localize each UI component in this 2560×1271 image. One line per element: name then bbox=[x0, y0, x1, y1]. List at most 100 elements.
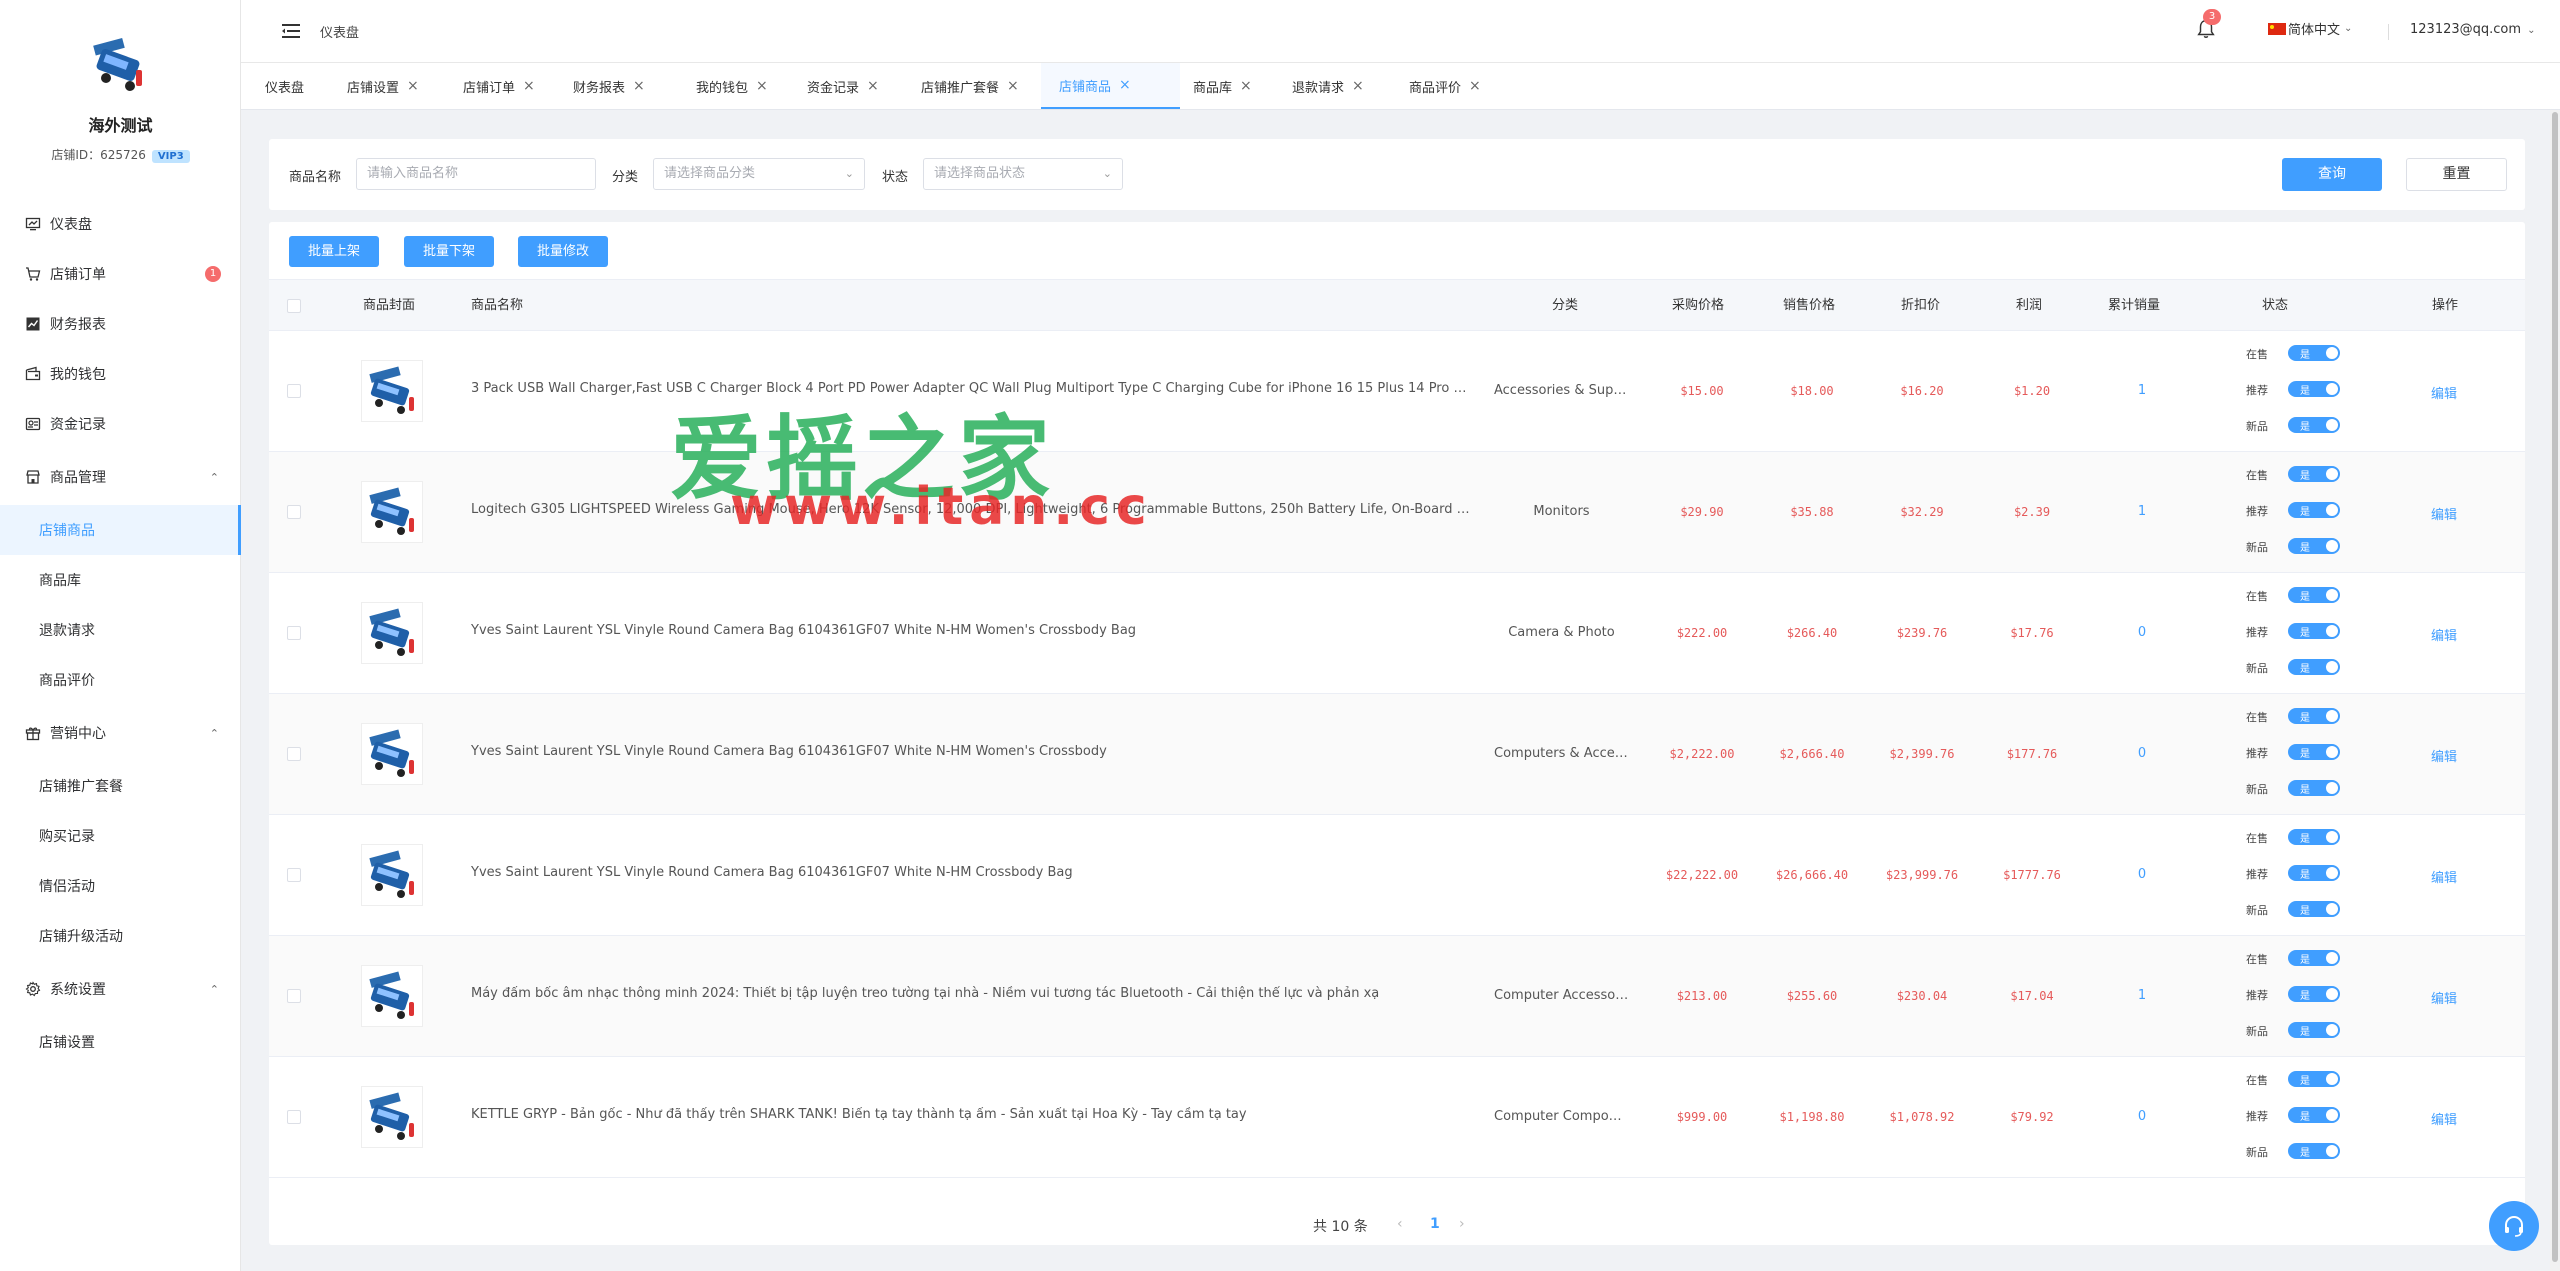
status-toggle[interactable]: 是 bbox=[2288, 381, 2340, 397]
prev-page-button[interactable]: ‹ bbox=[1397, 1216, 1403, 1232]
row-checkbox[interactable] bbox=[287, 1110, 301, 1124]
tab-7[interactable]: 店铺推广套餐 × bbox=[921, 63, 1041, 109]
tab-11[interactable]: 商品评价 × bbox=[1409, 63, 1515, 109]
status-toggle[interactable]: 是 bbox=[2288, 345, 2340, 361]
edit-link[interactable]: 编辑 bbox=[2431, 746, 2457, 765]
edit-link[interactable]: 编辑 bbox=[2431, 504, 2457, 523]
close-icon[interactable]: × bbox=[867, 78, 879, 94]
hamburger-menu-icon[interactable] bbox=[281, 20, 301, 42]
status-toggle[interactable]: 是 bbox=[2288, 1143, 2340, 1159]
batch-off-button[interactable]: 批量下架 bbox=[404, 236, 494, 267]
sidebar-item-9[interactable]: 退款请求 bbox=[0, 605, 241, 655]
toggle-knob bbox=[2326, 468, 2338, 480]
sidebar-item-12[interactable]: 店铺推广套餐 bbox=[0, 761, 241, 811]
sidebar-item-2[interactable]: 店铺订单 1 bbox=[0, 249, 241, 299]
batch-edit-button[interactable]: 批量修改 bbox=[518, 236, 608, 267]
edit-link[interactable]: 编辑 bbox=[2431, 383, 2457, 402]
close-icon[interactable]: × bbox=[756, 78, 768, 94]
customer-support-button[interactable] bbox=[2489, 1201, 2539, 1251]
row-checkbox[interactable] bbox=[287, 626, 301, 640]
sidebar-item-15[interactable]: 店铺升级活动 bbox=[0, 911, 241, 961]
sidebar-item-17[interactable]: 店铺设置 bbox=[0, 1017, 241, 1067]
status-toggle[interactable]: 是 bbox=[2288, 659, 2340, 675]
sidebar-item-1[interactable]: 仪表盘 bbox=[0, 199, 241, 249]
page-number-1[interactable]: 1 bbox=[1430, 1216, 1440, 1232]
tab-6[interactable]: 资金记录 × bbox=[807, 63, 903, 109]
sidebar-item-8[interactable]: 商品库 bbox=[0, 555, 241, 605]
status-toggle[interactable]: 是 bbox=[2288, 986, 2340, 1002]
language-selector[interactable]: 简体中文 ⌄ bbox=[2268, 19, 2352, 38]
status-toggle[interactable]: 是 bbox=[2288, 587, 2340, 603]
status-label: 新品 bbox=[2246, 904, 2268, 917]
status-toggle[interactable]: 是 bbox=[2288, 829, 2340, 845]
status-toggle[interactable]: 是 bbox=[2288, 1107, 2340, 1123]
sidebar-item-16[interactable]: 系统设置 ⌃ bbox=[0, 964, 241, 1014]
row-checkbox[interactable] bbox=[287, 384, 301, 398]
user-email: 123123@qq.com bbox=[2410, 22, 2522, 37]
sidebar-item-label: 商品库 bbox=[39, 573, 81, 589]
next-page-button[interactable]: › bbox=[1459, 1216, 1465, 1232]
status-toggle[interactable]: 是 bbox=[2288, 502, 2340, 518]
status-toggle[interactable]: 是 bbox=[2288, 1071, 2340, 1087]
query-button[interactable]: 查询 bbox=[2282, 158, 2382, 191]
status-toggle[interactable]: 是 bbox=[2288, 865, 2340, 881]
tab-1[interactable]: 仪表盘 bbox=[265, 63, 333, 109]
status-toggle[interactable]: 是 bbox=[2288, 538, 2340, 554]
edit-link[interactable]: 编辑 bbox=[2431, 988, 2457, 1007]
edit-link[interactable]: 编辑 bbox=[2431, 1109, 2457, 1128]
row-checkbox[interactable] bbox=[287, 747, 301, 761]
select-all-checkbox[interactable] bbox=[287, 299, 301, 313]
edit-link[interactable]: 编辑 bbox=[2431, 867, 2457, 886]
user-account[interactable]: 123123@qq.com ⌄ bbox=[2410, 22, 2536, 37]
status-toggle[interactable]: 是 bbox=[2288, 623, 2340, 639]
tab-8[interactable]: 店铺商品 × bbox=[1041, 63, 1180, 109]
row-checkbox[interactable] bbox=[287, 989, 301, 1003]
category-select[interactable]: 请选择商品分类 ⌄ bbox=[653, 158, 865, 190]
breadcrumb[interactable]: 仪表盘 bbox=[320, 22, 359, 41]
status-select[interactable]: 请选择商品状态 ⌄ bbox=[923, 158, 1123, 190]
row-checkbox[interactable] bbox=[287, 505, 301, 519]
discount-price: $230.04 bbox=[1896, 989, 1948, 1003]
tab-4[interactable]: 财务报表 × bbox=[573, 63, 678, 109]
sidebar-item-7[interactable]: 店铺商品 bbox=[0, 505, 241, 555]
status-toggle[interactable]: 是 bbox=[2288, 780, 2340, 796]
close-icon[interactable]: × bbox=[523, 78, 535, 94]
close-icon[interactable]: × bbox=[1007, 78, 1019, 94]
status-toggle[interactable]: 是 bbox=[2288, 417, 2340, 433]
status-toggle[interactable]: 是 bbox=[2288, 466, 2340, 482]
sidebar-item-10[interactable]: 商品评价 bbox=[0, 655, 241, 705]
close-icon[interactable]: × bbox=[1352, 78, 1364, 94]
toggle-text: 是 bbox=[2300, 834, 2310, 845]
edit-link[interactable]: 编辑 bbox=[2431, 625, 2457, 644]
close-icon[interactable]: × bbox=[633, 78, 645, 94]
status-label: 新品 bbox=[2246, 420, 2268, 433]
tab-9[interactable]: 商品库 × bbox=[1193, 63, 1274, 109]
close-icon[interactable]: × bbox=[1119, 77, 1131, 93]
sidebar-item-3[interactable]: 财务报表 bbox=[0, 299, 241, 349]
tab-5[interactable]: 我的钱包 × bbox=[696, 63, 789, 109]
status-toggle[interactable]: 是 bbox=[2288, 950, 2340, 966]
status-toggle[interactable]: 是 bbox=[2288, 1022, 2340, 1038]
scrollbar-thumb[interactable] bbox=[2552, 112, 2558, 1262]
sidebar-item-14[interactable]: 情侣活动 bbox=[0, 861, 241, 911]
row-checkbox[interactable] bbox=[287, 868, 301, 882]
sidebar-item-13[interactable]: 购买记录 bbox=[0, 811, 241, 861]
close-icon[interactable]: × bbox=[407, 78, 419, 94]
sidebar-item-4[interactable]: 我的钱包 bbox=[0, 349, 241, 399]
tab-3[interactable]: 店铺订单 × bbox=[463, 63, 555, 109]
profit: $17.04 bbox=[2010, 989, 2054, 1003]
product-image bbox=[369, 487, 414, 535]
product-name-input[interactable]: 请输入商品名称 bbox=[356, 158, 596, 190]
batch-on-button[interactable]: 批量上架 bbox=[289, 236, 379, 267]
tab-10[interactable]: 退款请求 × bbox=[1292, 63, 1391, 109]
sidebar-item-5[interactable]: 资金记录 bbox=[0, 399, 241, 449]
sidebar-item-6[interactable]: 商品管理 ⌃ bbox=[0, 452, 241, 502]
reset-button[interactable]: 重置 bbox=[2406, 158, 2507, 191]
status-toggle[interactable]: 是 bbox=[2288, 901, 2340, 917]
sidebar-item-11[interactable]: 营销中心 ⌃ bbox=[0, 708, 241, 758]
close-icon[interactable]: × bbox=[1469, 78, 1481, 94]
close-icon[interactable]: × bbox=[1240, 78, 1252, 94]
tab-2[interactable]: 店铺设置 × bbox=[347, 63, 445, 109]
status-toggle[interactable]: 是 bbox=[2288, 744, 2340, 760]
status-toggle[interactable]: 是 bbox=[2288, 708, 2340, 724]
